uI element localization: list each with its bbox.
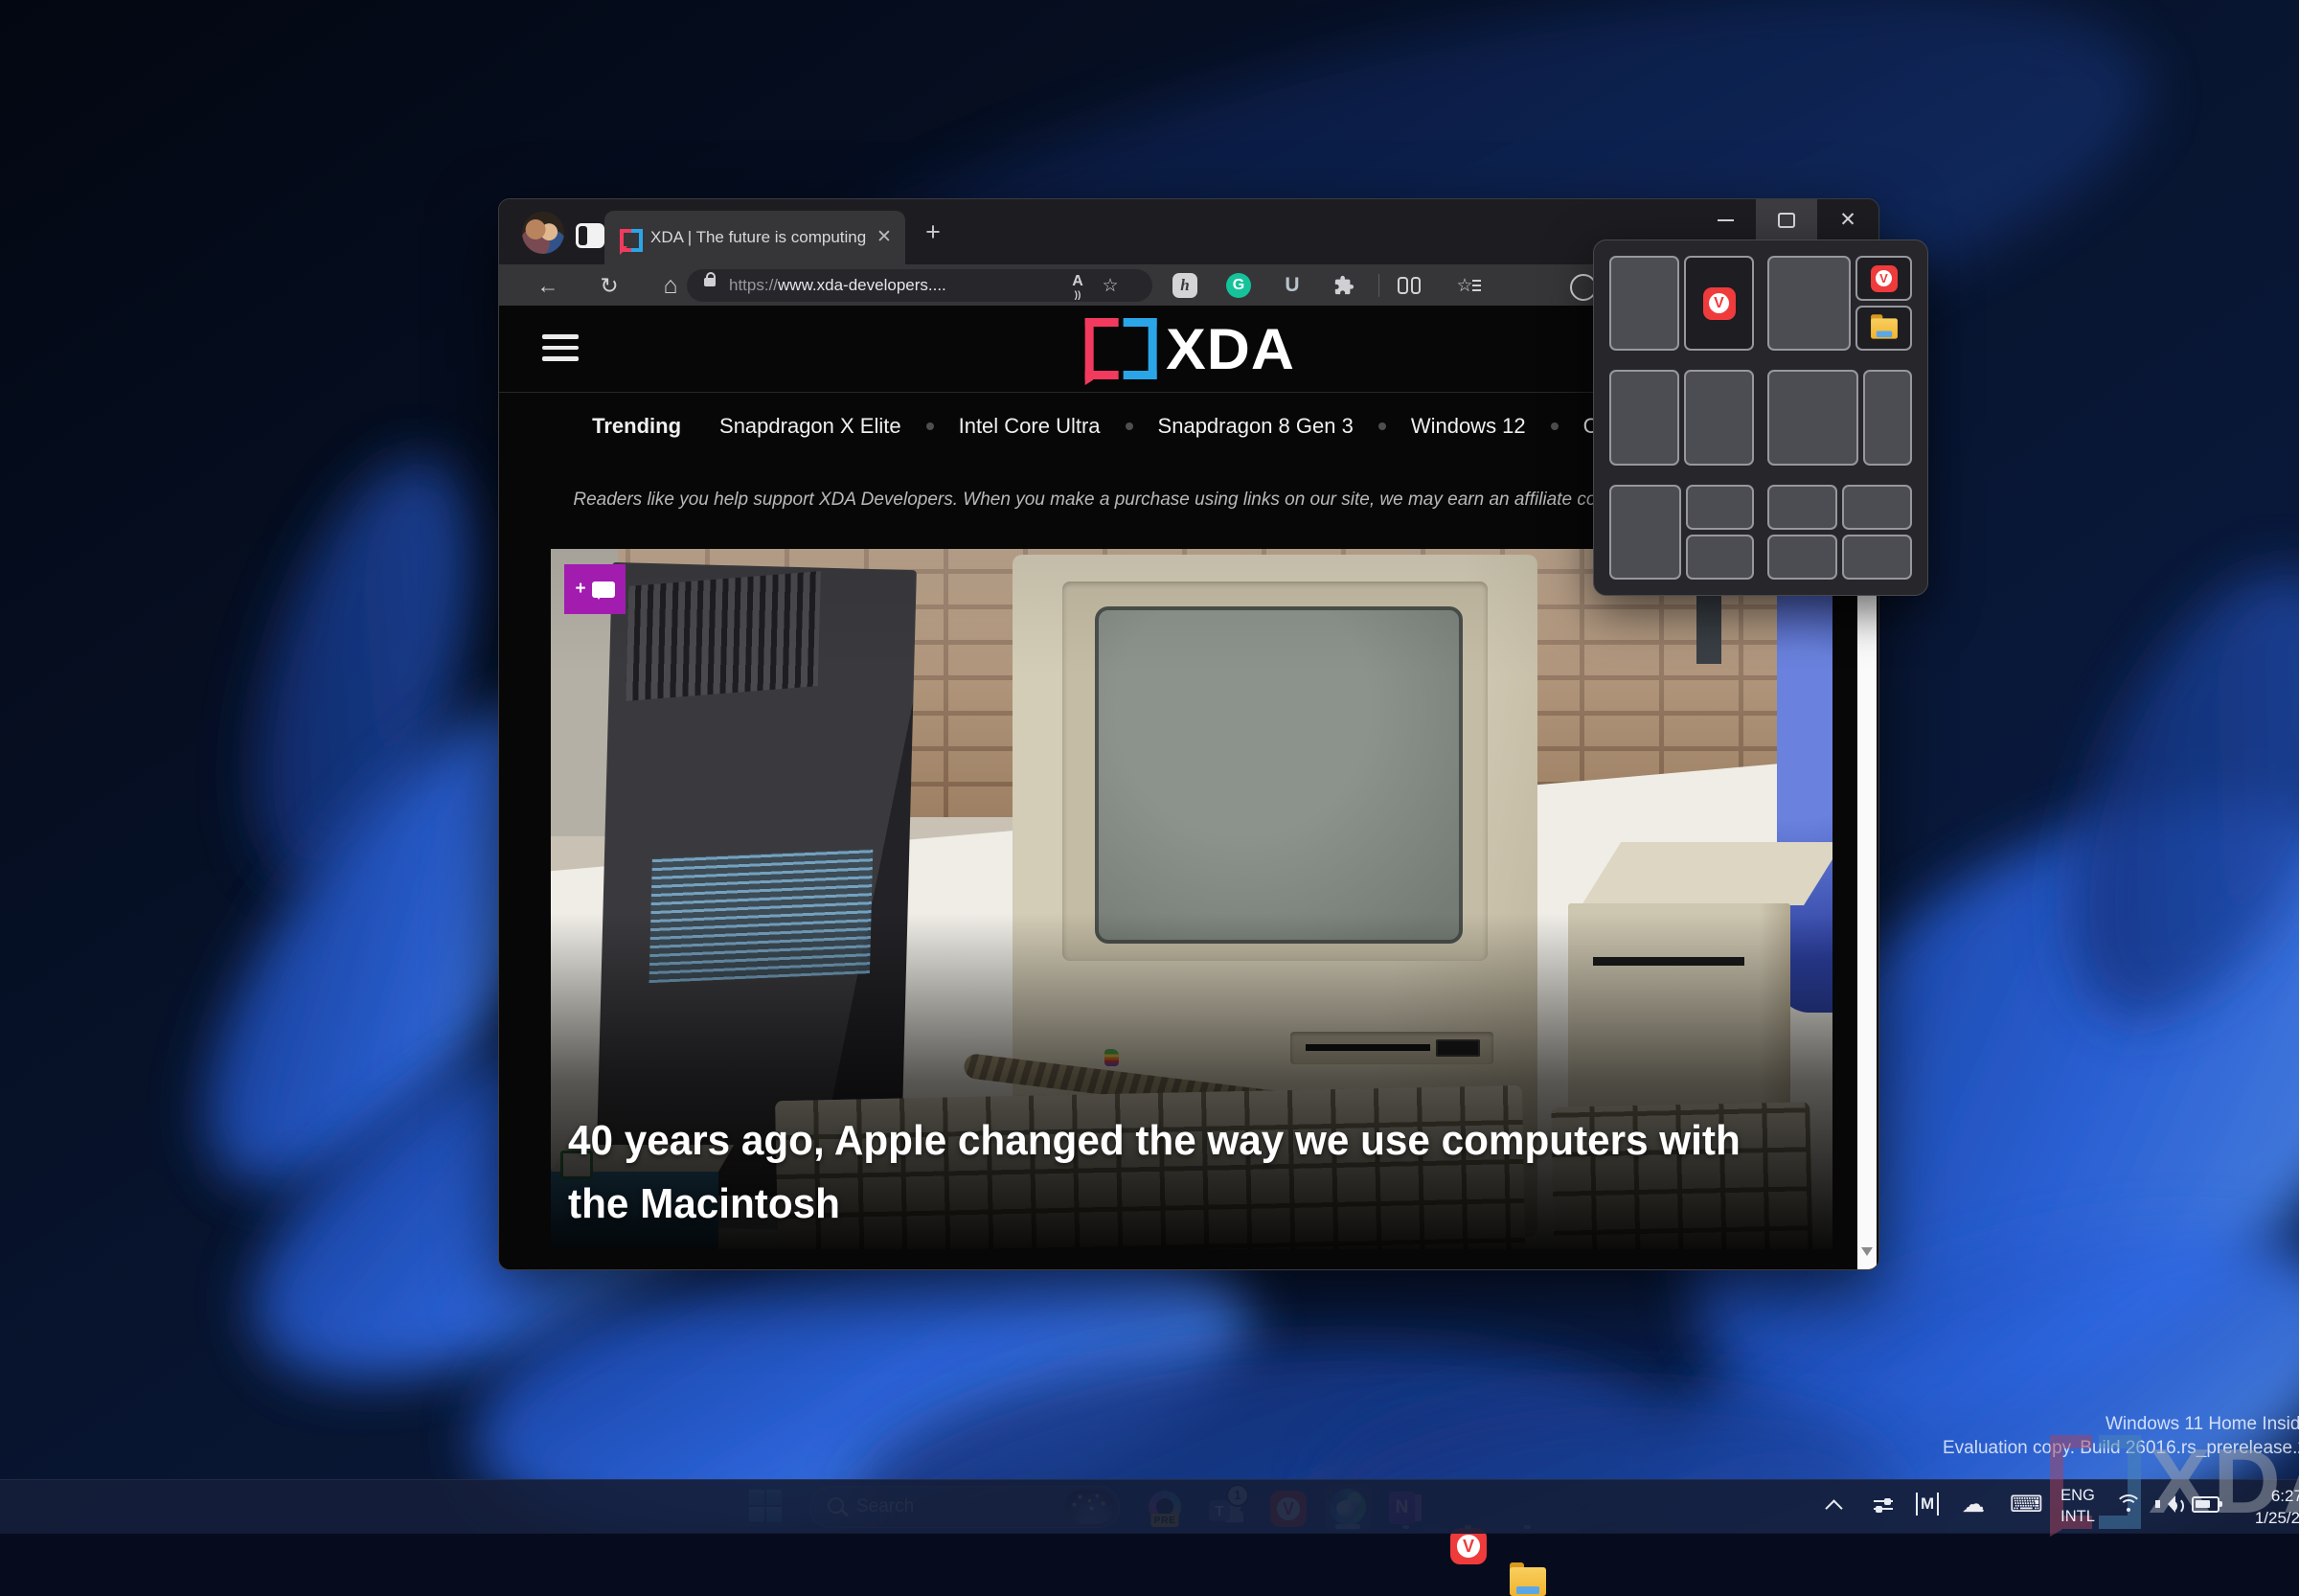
maximize-button[interactable] [1756,199,1817,241]
taskbar [0,1479,2299,1534]
snap-zone-file-explorer[interactable] [1855,306,1912,351]
snap-layout-two-halves[interactable] [1609,370,1754,465]
close-button[interactable]: ✕ [1817,199,1878,241]
tab-actions-icon[interactable] [576,223,604,248]
tray-show-hidden-icons-chevron[interactable] [1828,1498,1839,1510]
snap-layout-left-half-right-stack[interactable] [1609,485,1754,580]
nav-bullet [1378,422,1386,430]
lock-icon [704,278,716,286]
home-icon[interactable]: ⌂ [654,270,687,301]
tray-time: 6:27 P [2232,1485,2299,1507]
ublock-extension-icon[interactable]: U [1277,270,1308,301]
tab-close-icon[interactable]: ✕ [873,226,896,249]
favorites-list-icon[interactable]: ☆ [1449,270,1480,301]
minimize-button[interactable] [1695,199,1756,241]
tray-sliders-icon[interactable] [1874,1497,1895,1515]
url-text: https://www.xda-developers.... [729,269,946,302]
snap-zone-empty[interactable] [1767,256,1851,351]
tray-onedrive-icon[interactable]: ☁ [1962,1491,1985,1518]
snap-zone-empty[interactable] [1609,256,1679,351]
extensions-puzzle-icon[interactable] [1329,270,1359,301]
xda-site-logo[interactable]: XDA [1085,319,1293,378]
snap-layout-left-wide-right-stack-occupied[interactable] [1767,256,1912,351]
address-bar[interactable]: https://www.xda-developers.... A)) ☆ [687,269,1152,302]
taskbar-file-explorer-icon[interactable] [1510,1567,1546,1596]
tab-title: XDA | The future is computing [650,211,866,264]
nav-bullet [1551,422,1559,430]
add-comment-badge[interactable]: + [564,564,626,614]
back-icon[interactable]: ← [532,270,564,301]
snap-layouts-popup [1593,239,1928,596]
reload-icon[interactable]: ↻ [593,270,626,301]
xda-logo-text: XDA [1166,316,1295,382]
trending-label: Trending [592,414,681,439]
toolbar-divider [1378,274,1379,297]
honey-extension-icon[interactable]: h [1170,270,1200,301]
article-headline[interactable]: 40 years ago, Apple changed the way we u… [568,1109,1764,1236]
tray-battery-icon[interactable] [2192,1496,2219,1513]
hero-article-image[interactable]: + 40 years ago, Apple changed the way we… [551,549,1832,1249]
tray-volume-icon[interactable] [2155,1494,2180,1514]
tray-touch-keyboard-icon[interactable]: ⌨ [2010,1491,2043,1518]
tray-date: 1/25/202 [2232,1507,2299,1529]
snap-zone-vivaldi[interactable] [1855,256,1912,301]
browser-tab[interactable]: XDA | The future is computing ✕ [604,211,905,264]
snap-zone-vivaldi[interactable] [1684,256,1754,351]
snap-layout-quadrants[interactable] [1767,485,1912,580]
scrollbar-down-arrow[interactable] [1861,1247,1873,1262]
tray-clock[interactable]: 6:27 P 1/25/202 [2232,1485,2299,1529]
profile-avatar[interactable] [522,212,564,254]
xda-logo-left-bracket [1085,318,1119,379]
tray-language-indicator[interactable]: ENG INTL [2052,1485,2104,1527]
nav-bullet [1126,422,1133,430]
favorite-star-icon[interactable]: ☆ [1097,273,1124,298]
nav-bullet [926,422,934,430]
vivaldi-icon [1871,265,1898,292]
hamburger-menu-icon[interactable] [542,334,580,365]
read-aloud-icon[interactable]: A)) [1064,273,1091,298]
split-screen-icon[interactable] [1394,270,1424,301]
grammarly-extension-icon[interactable]: G [1223,270,1254,301]
nav-link[interactable]: Snapdragon X Elite [719,414,901,439]
desktop: { "browser": { "tab_title": "XDA | The f… [0,0,2299,1533]
new-tab-button[interactable]: + [919,218,947,247]
nav-link[interactable]: Snapdragon 8 Gen 3 [1158,414,1354,439]
comment-bubble-icon [592,581,615,598]
nav-link[interactable]: Intel Core Ultra [959,414,1101,439]
tray-wifi-icon[interactable] [2115,1494,2142,1516]
snap-layout-left-wide-right-narrow[interactable] [1767,370,1912,465]
snap-layout-two-halves-right-occupied[interactable] [1609,256,1754,351]
xda-favicon [620,229,641,248]
vivaldi-icon [1703,287,1736,320]
tray-m-app-icon[interactable]: M [1916,1493,1939,1516]
file-explorer-icon [1871,318,1898,338]
xda-logo-right-bracket [1124,318,1157,379]
nav-link[interactable]: Windows 12 [1411,414,1526,439]
